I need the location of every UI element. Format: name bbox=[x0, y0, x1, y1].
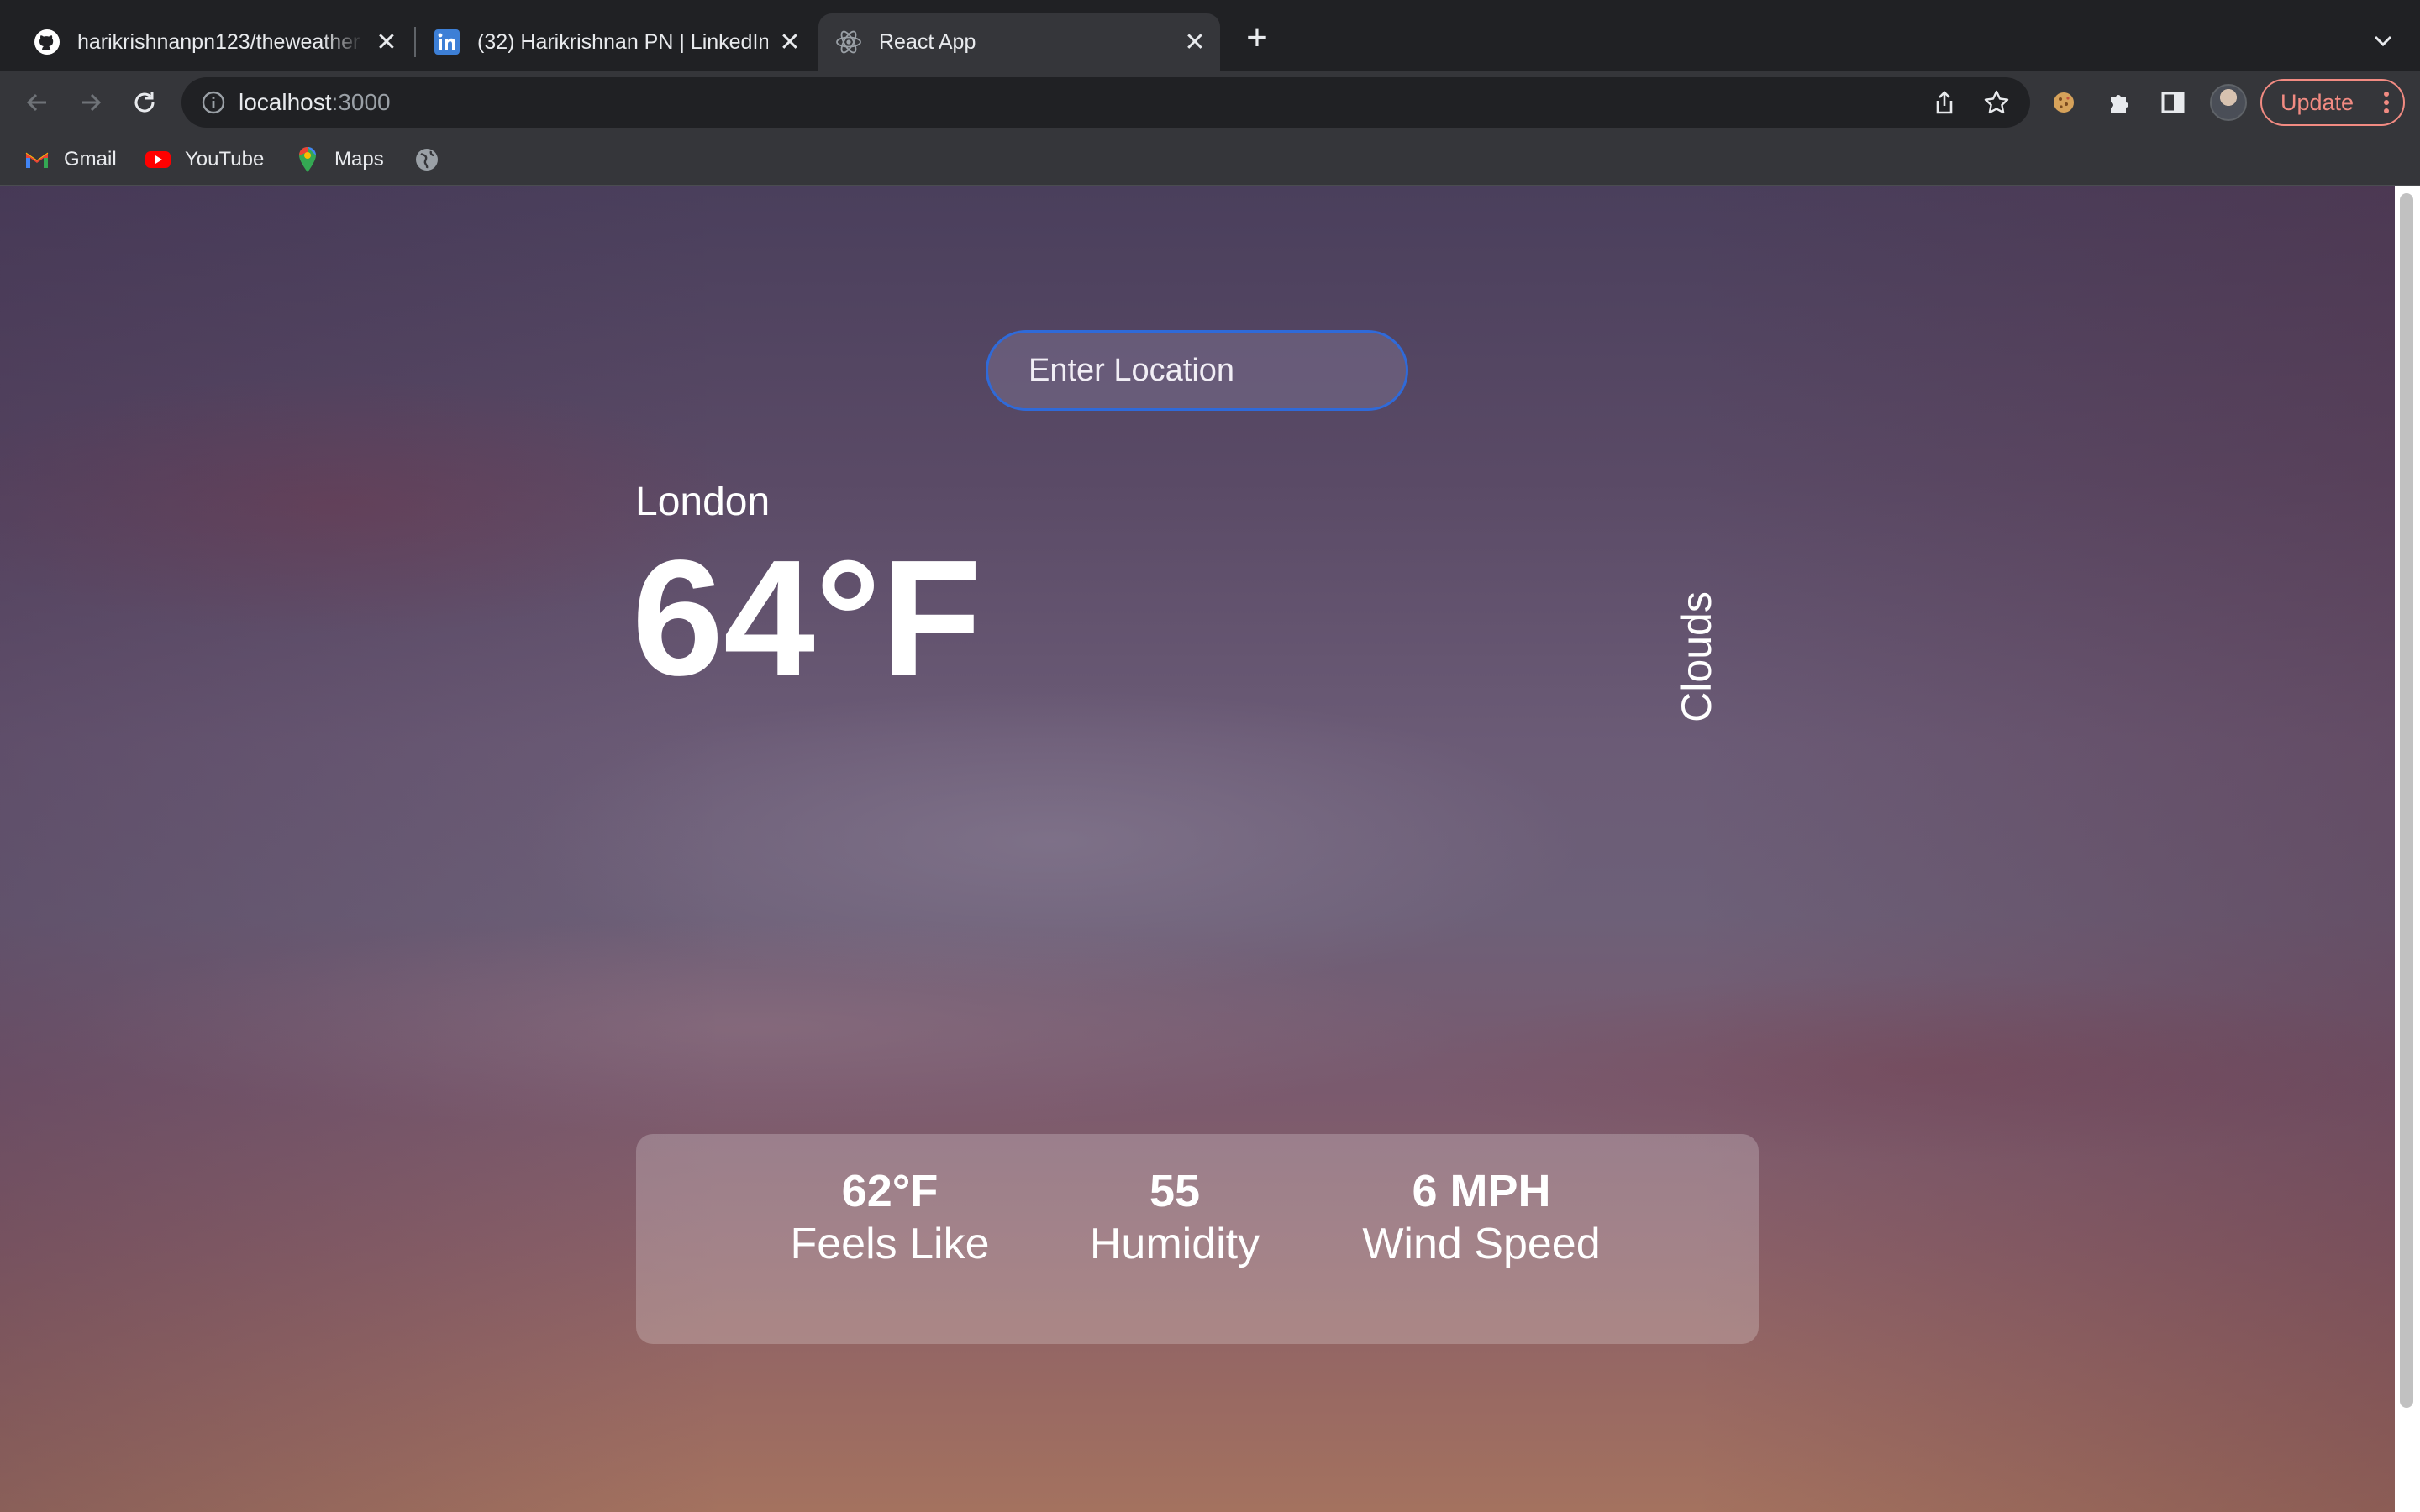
youtube-icon bbox=[145, 146, 171, 173]
reload-button[interactable] bbox=[128, 86, 161, 119]
profile-avatar[interactable] bbox=[2210, 84, 2247, 121]
humidity-label: Humidity bbox=[1089, 1220, 1260, 1268]
back-button[interactable] bbox=[20, 86, 54, 119]
bookmark-label: Maps bbox=[334, 148, 384, 171]
weather-stats-card: 62°F Feels Like 55 Humidity 6 MPH Wind S… bbox=[636, 1134, 1759, 1344]
bookmarks-bar: Gmail YouTube Maps bbox=[0, 134, 2420, 186]
extensions-puzzle-icon[interactable] bbox=[2104, 87, 2134, 118]
forward-button[interactable] bbox=[74, 86, 108, 119]
bookmark-globe[interactable] bbox=[413, 143, 454, 176]
globe-icon bbox=[413, 146, 440, 173]
bookmark-youtube[interactable]: YouTube bbox=[145, 143, 264, 176]
side-panel-icon[interactable] bbox=[2158, 87, 2188, 118]
tab-title: harikrishnanpn123/theweather bbox=[77, 29, 360, 54]
feels-like-stat: 62°F Feels Like bbox=[739, 1164, 1041, 1270]
tab-linkedin[interactable]: (32) Harikrishnan PN | LinkedIn ✕ bbox=[417, 13, 815, 71]
location-name: London bbox=[635, 480, 771, 524]
browser-window: harikrishnanpn123/theweather ✕ (32) Hari… bbox=[0, 0, 2420, 1512]
humidity-value: 55 bbox=[1149, 1166, 1201, 1216]
share-icon[interactable] bbox=[1931, 89, 1958, 116]
close-tab-icon[interactable]: ✕ bbox=[1181, 29, 1208, 56]
scrollbar-thumb[interactable] bbox=[2400, 193, 2413, 1408]
tab-search-chevron-icon[interactable] bbox=[2368, 25, 2398, 55]
tab-react-app[interactable]: React App ✕ bbox=[818, 13, 1220, 71]
wind-speed-value: 6 MPH bbox=[1412, 1166, 1551, 1216]
page-viewport: London 64°F Clouds 62°F Feels Like 55 Hu… bbox=[0, 186, 2420, 1512]
wind-speed-label: Wind Speed bbox=[1362, 1220, 1601, 1268]
current-temperature: 64°F bbox=[632, 526, 982, 710]
feels-like-value: 62°F bbox=[841, 1166, 939, 1216]
maps-icon bbox=[294, 146, 321, 173]
menu-dots-icon[interactable] bbox=[2383, 91, 2390, 114]
bookmark-label: Gmail bbox=[64, 148, 117, 171]
tab-strip: harikrishnanpn123/theweather ✕ (32) Hari… bbox=[0, 0, 2420, 71]
linkedin-icon bbox=[434, 29, 460, 55]
weather-description: Clouds bbox=[1672, 581, 1721, 732]
update-label: Update bbox=[2281, 89, 2354, 115]
location-search-input[interactable] bbox=[986, 330, 1408, 411]
url-port: :3000 bbox=[331, 89, 391, 115]
close-tab-icon[interactable]: ✕ bbox=[776, 29, 803, 56]
bookmark-label: YouTube bbox=[185, 148, 265, 171]
react-icon bbox=[835, 29, 862, 55]
update-button[interactable]: Update bbox=[2260, 79, 2405, 126]
new-tab-button[interactable]: + bbox=[1240, 19, 1274, 56]
tab-separator bbox=[414, 27, 416, 57]
cookie-extension-icon[interactable] bbox=[2049, 87, 2079, 118]
browser-toolbar: localhost:3000 Update bbox=[0, 71, 2420, 134]
humidity-stat: 55 Humidity bbox=[1023, 1164, 1326, 1270]
github-icon bbox=[34, 29, 60, 55]
url-text[interactable]: localhost:3000 bbox=[239, 77, 391, 128]
wind-speed-stat: 6 MPH Wind Speed bbox=[1330, 1164, 1633, 1270]
bookmark-gmail[interactable]: Gmail bbox=[24, 143, 117, 176]
tab-github[interactable]: harikrishnanpn123/theweather ✕ bbox=[17, 13, 412, 71]
gmail-icon bbox=[24, 146, 50, 173]
bookmark-maps[interactable]: Maps bbox=[294, 143, 384, 176]
tab-title: (32) Harikrishnan PN | LinkedIn bbox=[477, 29, 768, 54]
url-host: localhost bbox=[239, 89, 332, 115]
bookmark-star-icon[interactable] bbox=[1983, 89, 2010, 116]
feels-like-label: Feels Like bbox=[790, 1220, 990, 1268]
site-info-icon[interactable] bbox=[200, 89, 227, 116]
close-tab-icon[interactable]: ✕ bbox=[373, 29, 400, 56]
weather-description-text: Clouds bbox=[1673, 591, 1720, 722]
tab-title: React App bbox=[879, 29, 976, 54]
address-bar[interactable]: localhost:3000 bbox=[182, 77, 2030, 128]
page-scrollbar[interactable] bbox=[2395, 186, 2420, 1512]
